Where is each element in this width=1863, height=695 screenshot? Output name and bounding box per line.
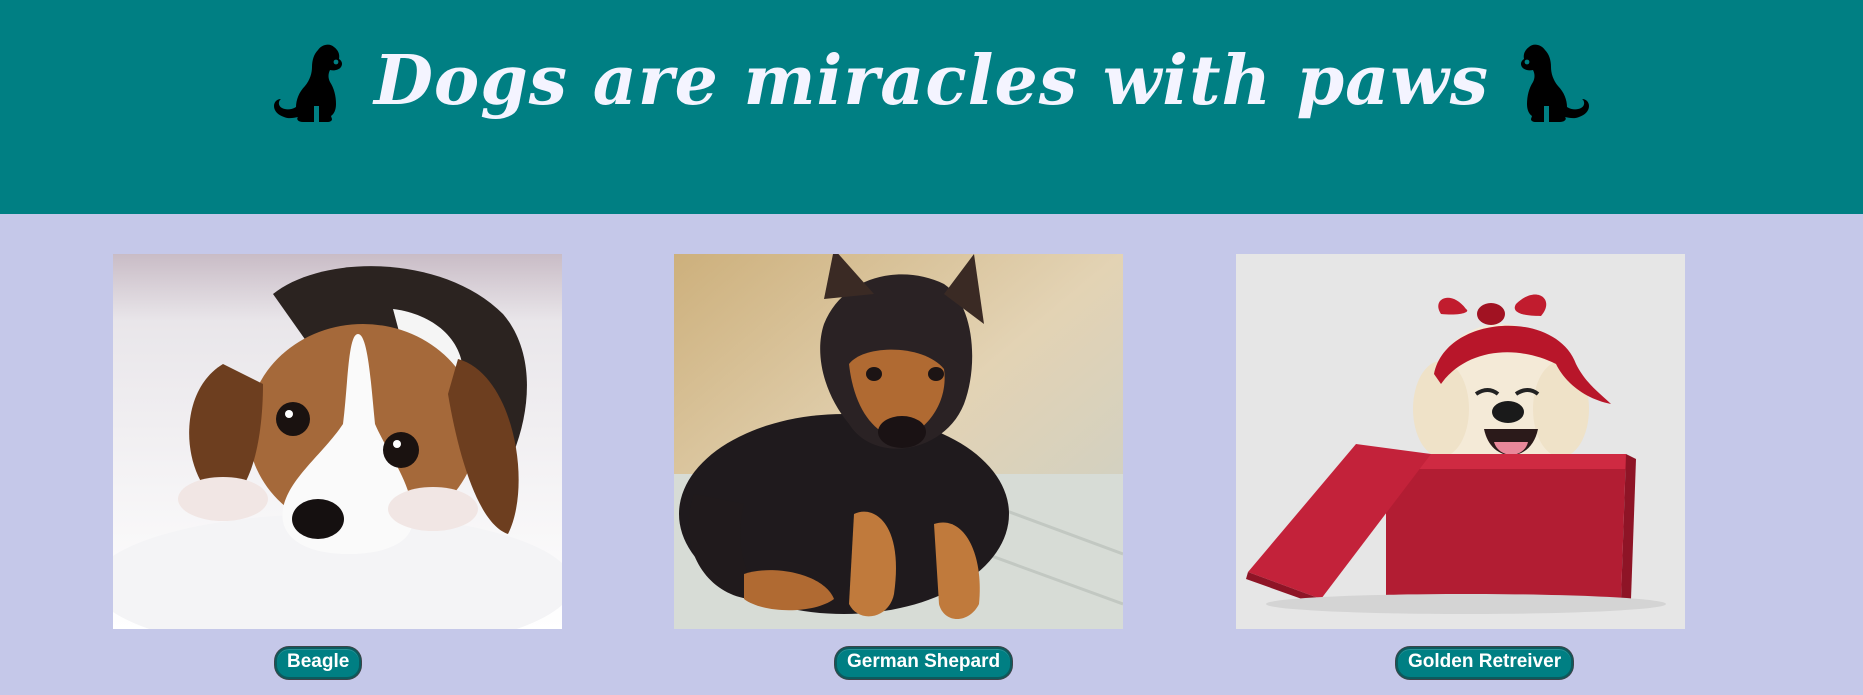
dog-silhouette-left-icon xyxy=(273,44,342,122)
golden-retriever-puppy-photo xyxy=(1236,254,1685,629)
beagle-button[interactable]: Beagle xyxy=(275,647,362,679)
gallery-card-german-shepard: German Shepard xyxy=(674,254,1123,695)
german-shepard-button[interactable]: German Shepard xyxy=(835,647,1013,679)
site-header: Dogs are miracles with paws xyxy=(0,0,1863,214)
beagle-puppy-photo xyxy=(113,254,562,629)
german-shepherd-puppy-photo xyxy=(674,254,1123,629)
golden-retreiver-button[interactable]: Golden Retreiver xyxy=(1396,647,1574,679)
title-row: Dogs are miracles with paws xyxy=(0,26,1863,136)
gallery-card-golden-retreiver: Golden Retreiver xyxy=(1236,254,1685,695)
dog-gallery: Beagle German Shepard Golden Retreiver xyxy=(0,214,1863,695)
gallery-card-beagle: Beagle xyxy=(113,254,562,695)
page-title: Dogs are miracles with paws xyxy=(373,41,1490,121)
dog-silhouette-right-icon xyxy=(1521,44,1590,122)
